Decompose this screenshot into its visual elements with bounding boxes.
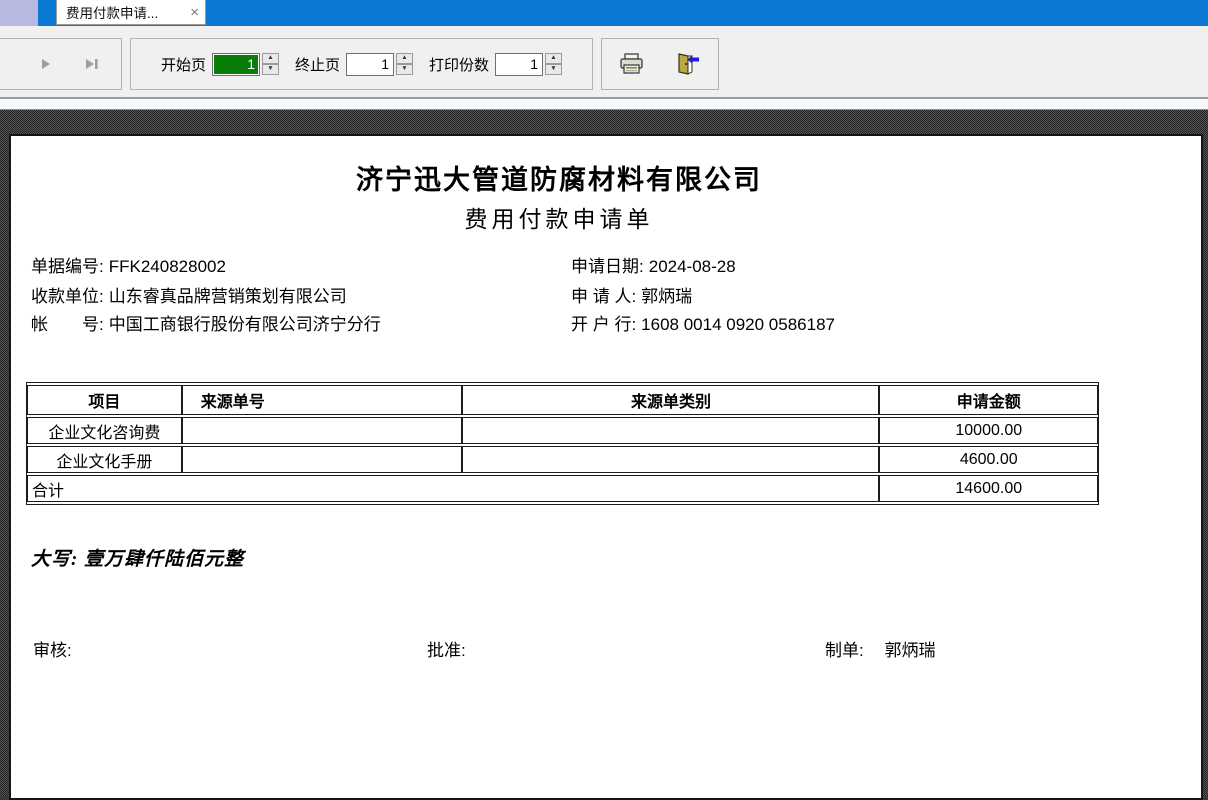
approve-signature: 批准:	[427, 636, 466, 661]
tab-expense-payment[interactable]: 费用付款申请... ×	[56, 0, 206, 25]
print-button[interactable]	[616, 48, 648, 80]
header-source-type: 来源单类别	[462, 385, 879, 415]
preparer-name: 郭炳瑞	[884, 641, 935, 660]
header-amount: 申请金额	[879, 385, 1098, 415]
cell-item: 企业文化手册	[27, 446, 182, 473]
bank-row: 开 户 行: 1608 0014 0920 0586187	[571, 310, 835, 335]
start-page-input[interactable]: 1	[212, 53, 260, 76]
end-page-spin-down-icon[interactable]: ▼	[396, 64, 413, 75]
toolbar-bottom-strip	[0, 99, 1208, 110]
tab-bar-left-spacer	[0, 0, 38, 26]
start-page-spin-down-icon[interactable]: ▼	[262, 64, 279, 75]
exit-button[interactable]	[672, 48, 704, 80]
applicant-label: 申 请 人:	[571, 287, 636, 306]
tab-bar: 费用付款申请... ×	[0, 0, 1208, 26]
printer-icon	[619, 52, 645, 76]
company-name: 济宁迅大管道防腐材料有限公司	[19, 158, 1099, 197]
review-signature: 审核:	[33, 636, 72, 661]
review-label: 审核:	[33, 641, 72, 660]
last-page-icon	[84, 57, 100, 71]
exit-door-icon	[675, 52, 701, 76]
start-page-spin-up-icon[interactable]: ▲	[262, 53, 279, 64]
start-page-spin-buttons: ▲ ▼	[262, 53, 279, 75]
copies-spin-up-icon[interactable]: ▲	[545, 53, 562, 64]
cell-source-type	[462, 417, 879, 444]
copies-spinner: 1 ▲ ▼	[495, 53, 562, 76]
amount-in-words-value: 壹万肆仟陆佰元整	[84, 549, 244, 570]
header-source-no: 来源单号	[182, 385, 463, 415]
account-row: 帐 号: 中国工商银行股份有限公司济宁分行	[31, 310, 381, 335]
amount-in-words-label: 大写:	[31, 549, 78, 570]
last-page-button[interactable]	[83, 56, 101, 72]
toolbar-group-navigation	[0, 38, 122, 90]
table-total-row: 合计 14600.00	[27, 475, 1098, 502]
account-value: 中国工商银行股份有限公司济宁分行	[109, 315, 381, 334]
header-item: 项目	[27, 385, 182, 415]
payee-label: 收款单位:	[31, 287, 104, 306]
date-row: 申请日期: 2024-08-28	[571, 252, 736, 277]
bank-value: 1608 0014 0920 0586187	[641, 315, 835, 334]
copies-spin-buttons: ▲ ▼	[545, 53, 562, 75]
cell-item: 企业文化咨询费	[27, 417, 182, 444]
payee-value: 山东睿真品牌营销策划有限公司	[109, 287, 347, 306]
preparer-signature: 制单: 郭炳瑞	[825, 636, 935, 661]
end-page-spin-buttons: ▲ ▼	[396, 53, 413, 75]
start-page-label: 开始页	[161, 54, 206, 75]
date-label: 申请日期:	[571, 257, 644, 276]
doc-no-label: 单据编号:	[31, 257, 104, 276]
cell-source-type	[462, 446, 879, 473]
next-page-button[interactable]	[37, 56, 55, 72]
copies-input[interactable]: 1	[495, 53, 543, 76]
account-label: 帐 号:	[31, 315, 104, 334]
total-label: 合计	[27, 475, 879, 502]
bank-label: 开 户 行:	[571, 315, 636, 334]
items-table: 项目 来源单号 来源单类别 申请金额 企业文化咨询费 10000.00 企业文化…	[26, 382, 1099, 505]
applicant-row: 申 请 人: 郭炳瑞	[571, 282, 692, 307]
end-page-input[interactable]: 1	[346, 53, 394, 76]
document-page: 济宁迅大管道防腐材料有限公司 费用付款申请单 单据编号: FFK240828002…	[9, 134, 1203, 800]
toolbar-group-page-settings: 开始页 1 ▲ ▼ 终止页 1 ▲ ▼ 打印份数 1 ▲ ▼	[130, 38, 593, 90]
table-row: 企业文化咨询费 10000.00	[27, 417, 1098, 444]
doc-no-row: 单据编号: FFK240828002	[31, 252, 226, 277]
table-row: 企业文化手册 4600.00	[27, 446, 1098, 473]
cell-source-no	[182, 417, 463, 444]
cell-amount: 10000.00	[879, 417, 1098, 444]
date-value: 2024-08-28	[649, 257, 736, 276]
next-page-icon	[39, 57, 53, 71]
payee-row: 收款单位: 山东睿真品牌营销策划有限公司	[31, 282, 347, 307]
doc-no-value: FFK240828002	[109, 257, 226, 276]
start-page-spinner: 1 ▲ ▼	[212, 53, 279, 76]
approve-label: 批准:	[427, 641, 466, 660]
total-amount: 14600.00	[879, 475, 1098, 502]
amount-in-words: 大写: 壹万肆仟陆佰元整	[31, 544, 244, 571]
end-page-spin-up-icon[interactable]: ▲	[396, 53, 413, 64]
copies-label: 打印份数	[429, 54, 489, 75]
table-header-row: 项目 来源单号 来源单类别 申请金额	[27, 385, 1098, 415]
print-preview-area: 济宁迅大管道防腐材料有限公司 费用付款申请单 单据编号: FFK240828002…	[0, 110, 1208, 796]
end-page-spinner: 1 ▲ ▼	[346, 53, 413, 76]
cell-source-no	[182, 446, 463, 473]
tab-title: 费用付款申请...	[66, 2, 186, 22]
prepare-label: 制单:	[825, 641, 864, 660]
document-content: 济宁迅大管道防腐材料有限公司 费用付款申请单 单据编号: FFK240828002…	[19, 136, 1099, 798]
toolbar: 开始页 1 ▲ ▼ 终止页 1 ▲ ▼ 打印份数 1 ▲ ▼	[0, 26, 1208, 99]
applicant-value: 郭炳瑞	[641, 287, 692, 306]
form-title: 费用付款申请单	[19, 200, 1099, 234]
toolbar-group-actions	[601, 38, 719, 90]
tab-close-icon[interactable]: ×	[190, 5, 199, 20]
cell-amount: 4600.00	[879, 446, 1098, 473]
copies-spin-down-icon[interactable]: ▼	[545, 64, 562, 75]
end-page-label: 终止页	[295, 54, 340, 75]
